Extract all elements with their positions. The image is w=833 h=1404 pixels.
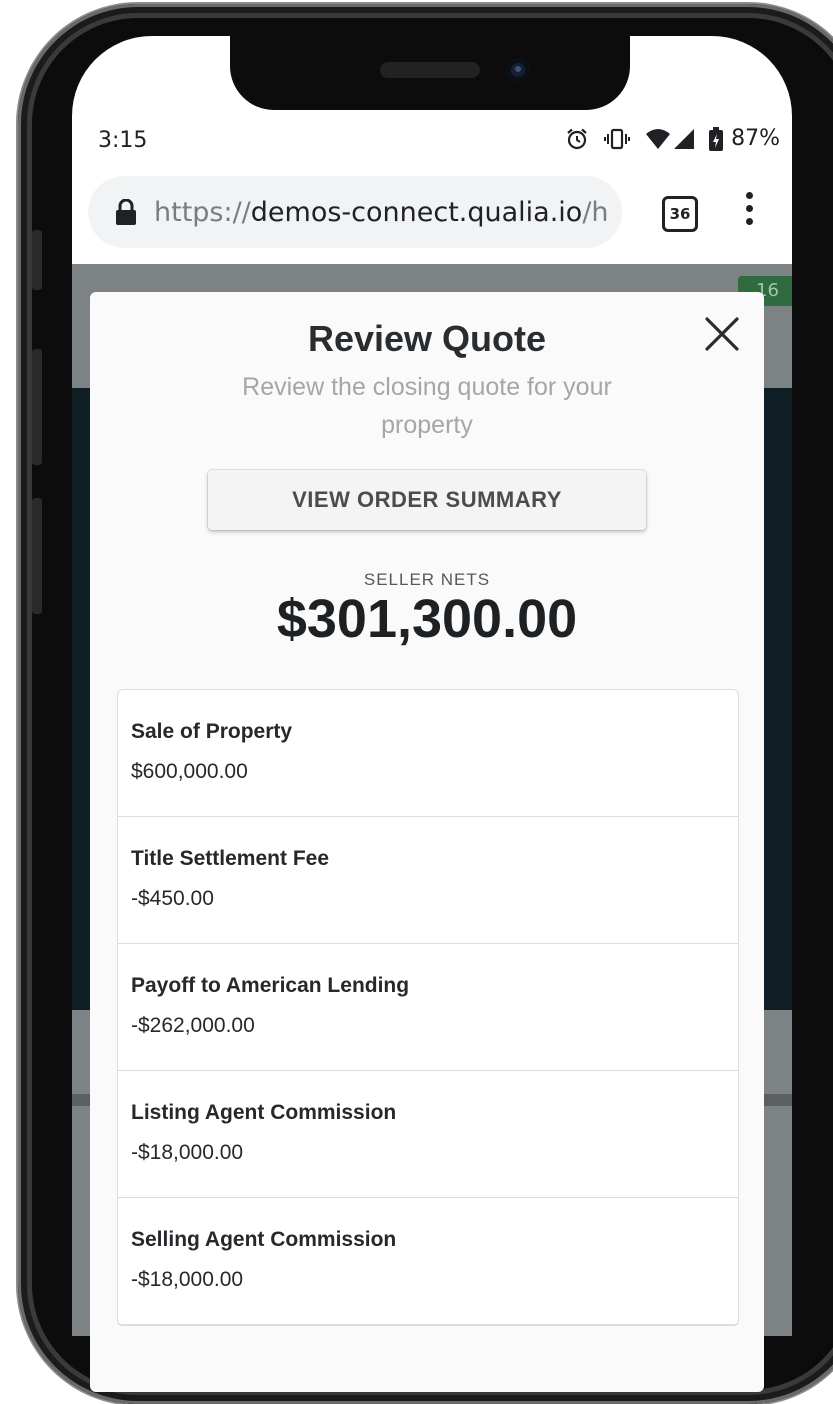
review-quote-modal: Review Quote Review the closing quote fo… bbox=[90, 292, 764, 1392]
url-host: demos-connect.qualia.io bbox=[250, 196, 583, 228]
item-label: Payoff to American Lending bbox=[131, 974, 410, 997]
lock-icon bbox=[116, 199, 136, 225]
volume-down-button bbox=[32, 498, 42, 614]
front-camera bbox=[506, 58, 530, 82]
signal-icon bbox=[674, 128, 695, 149]
list-item: Payoff to American Lending -$262,000.00 bbox=[118, 944, 738, 1071]
status-icons: 87% bbox=[565, 126, 780, 151]
item-value: $600,000.00 bbox=[131, 760, 248, 783]
volume-up-button bbox=[32, 349, 42, 465]
close-icon[interactable] bbox=[704, 316, 740, 352]
tab-switcher-button[interactable]: 36 bbox=[662, 196, 698, 232]
item-value: -$18,000.00 bbox=[131, 1141, 244, 1164]
seller-nets-label: SELLER NETS bbox=[363, 570, 491, 589]
modal-title: Review Quote bbox=[307, 318, 547, 359]
item-label: Listing Agent Commission bbox=[131, 1101, 397, 1124]
status-time: 3:15 bbox=[98, 128, 148, 153]
battery-percent: 87% bbox=[731, 126, 780, 151]
list-item: Sale of Property $600,000.00 bbox=[118, 690, 738, 817]
alarm-icon bbox=[567, 128, 587, 149]
quote-items-list: Sale of Property $600,000.00 Title Settl… bbox=[117, 689, 739, 1326]
more-menu-icon[interactable] bbox=[746, 192, 756, 231]
side-button bbox=[32, 230, 42, 290]
phone-notch bbox=[230, 36, 630, 110]
url-scheme: https:// bbox=[154, 196, 251, 228]
item-label: Title Settlement Fee bbox=[131, 847, 330, 870]
view-order-summary-button[interactable]: VIEW ORDER SUMMARY bbox=[208, 470, 646, 530]
vibrate-icon bbox=[604, 128, 631, 149]
list-item: Listing Agent Commission -$18,000.00 bbox=[118, 1071, 738, 1198]
url-path: /h bbox=[582, 196, 609, 228]
item-value: -$262,000.00 bbox=[131, 1014, 255, 1037]
seller-nets-value: $301,300.00 bbox=[276, 589, 578, 649]
url-text[interactable]: https://demos-connect.qualia.io/h bbox=[154, 197, 614, 228]
list-item: Title Settlement Fee -$450.00 bbox=[118, 817, 738, 944]
battery-charging-icon bbox=[709, 126, 724, 151]
speaker-grille bbox=[380, 62, 480, 78]
wifi-icon bbox=[646, 128, 671, 149]
list-item: Selling Agent Commission -$18,000.00 bbox=[118, 1198, 738, 1325]
item-label: Sale of Property bbox=[131, 720, 293, 743]
modal-subtitle: Review the closing quote for your proper… bbox=[242, 373, 612, 439]
item-label: Selling Agent Commission bbox=[131, 1228, 397, 1251]
item-value: -$18,000.00 bbox=[131, 1268, 244, 1291]
item-value: -$450.00 bbox=[131, 887, 214, 910]
url-bar[interactable]: https://demos-connect.qualia.io/h bbox=[88, 176, 622, 248]
